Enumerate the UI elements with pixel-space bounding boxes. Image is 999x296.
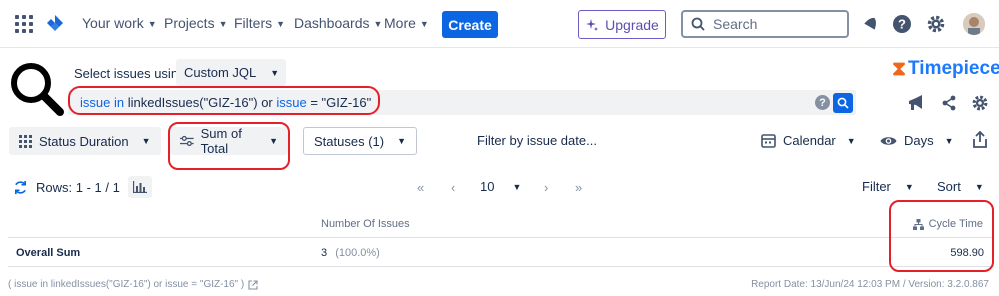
search-placeholder: Search: [713, 16, 758, 32]
chevron-down-icon: ▼: [512, 181, 522, 192]
sort-dropdown[interactable]: Sort ▼: [937, 179, 984, 194]
gear-icon[interactable]: [925, 13, 947, 35]
nav-projects-label: Projects: [164, 15, 215, 31]
rows-count-text: Rows: 1 - 1 / 1: [36, 179, 120, 195]
eye-icon: [880, 136, 897, 145]
status-duration-label: Status Duration: [39, 133, 129, 149]
overall-sum-count[interactable]: 3 (100.0%): [321, 247, 380, 259]
chevron-down-icon: ▼: [218, 19, 228, 29]
magnifier-logo-icon: [11, 63, 64, 116]
hourglass-icon: ⧗: [892, 58, 907, 80]
prev-page-button[interactable]: ‹: [451, 180, 455, 195]
nav-filters-label: Filters: [234, 15, 273, 31]
gear-icon[interactable]: [970, 93, 990, 113]
nav-filters[interactable]: Filters ▼: [234, 15, 285, 31]
table-divider: [8, 237, 994, 238]
bar-chart-icon: [132, 181, 147, 193]
grid-icon: [19, 134, 32, 148]
chevron-down-icon: ▼: [373, 19, 383, 29]
chevron-down-icon: ▼: [904, 181, 914, 192]
cycle-time-highlight-annotation: [889, 200, 994, 272]
first-page-button[interactable]: «: [417, 180, 424, 195]
chevron-down-icon: ▼: [147, 19, 157, 29]
search-input[interactable]: Search: [681, 10, 849, 38]
calendar-icon: [761, 134, 776, 148]
nav-dashboards[interactable]: Dashboards ▼: [294, 15, 382, 31]
sort-label: Sort: [937, 179, 961, 194]
nav-your-work[interactable]: Your work ▼: [82, 15, 157, 31]
next-page-button[interactable]: ›: [544, 180, 548, 195]
last-page-button[interactable]: »: [575, 180, 582, 195]
chart-toggle-button[interactable]: [127, 176, 152, 198]
brand-name: Timepiece: [908, 58, 999, 79]
select-issues-label: Select issues using: [74, 66, 186, 81]
footer-query-text: ( issue in linkedIssues("GIZ-16") or iss…: [8, 279, 245, 290]
search-icon: [691, 17, 705, 31]
jira-logo-icon[interactable]: [44, 13, 66, 35]
footer-query: ( issue in linkedIssues("GIZ-16") or iss…: [8, 279, 258, 290]
overall-sum-label: Overall Sum: [16, 247, 81, 259]
nav-your-work-label: Your work: [82, 15, 144, 31]
jql-help-icon[interactable]: ?: [815, 95, 830, 110]
report-date: Report Date: 13/Jun/24 12:03 PM / Versio…: [751, 279, 989, 290]
help-icon[interactable]: ?: [891, 13, 913, 35]
chevron-down-icon: ▼: [974, 181, 984, 192]
filter-by-date-button[interactable]: Filter by issue date...: [477, 133, 597, 148]
status-duration-select[interactable]: Status Duration ▼: [9, 127, 161, 155]
chevron-down-icon: ▼: [397, 136, 407, 146]
chevron-down-icon: ▼: [846, 135, 856, 146]
share-icon[interactable]: [939, 93, 959, 113]
search-icon: [837, 97, 849, 109]
column-header-number-of-issues[interactable]: Number Of Issues: [321, 218, 410, 230]
filter-dropdown[interactable]: Filter ▼: [862, 179, 914, 194]
jql-mode-value: Custom JQL: [184, 65, 257, 80]
filter-label: Filter: [862, 179, 891, 194]
statuses-select[interactable]: Statuses (1) ▼: [303, 127, 418, 155]
nav-dashboards-label: Dashboards: [294, 15, 370, 31]
upgrade-label: Upgrade: [605, 16, 659, 33]
export-icon[interactable]: [973, 131, 987, 148]
nav-more[interactable]: More ▼: [384, 15, 429, 31]
issue-percent-value: (100.0%): [335, 247, 380, 259]
upgrade-button[interactable]: Upgrade: [578, 10, 666, 39]
days-select[interactable]: Days ▼: [880, 133, 954, 148]
chevron-down-icon: ▼: [141, 136, 151, 146]
chevron-down-icon: ▼: [276, 19, 286, 29]
page-size-select[interactable]: 10 ▼: [480, 179, 521, 194]
megaphone-icon[interactable]: [906, 93, 926, 113]
statuses-label: Statuses (1): [314, 133, 385, 149]
sum-highlight-annotation: [168, 122, 290, 170]
filter-by-date-label: Filter by issue date...: [477, 133, 597, 148]
calendar-label: Calendar: [783, 133, 836, 148]
jql-search-button[interactable]: [833, 93, 853, 113]
jql-highlight-annotation: [68, 86, 380, 115]
chevron-down-icon: ▼: [944, 135, 954, 146]
external-link-icon[interactable]: [248, 279, 258, 290]
chevron-down-icon: ▼: [419, 19, 429, 29]
days-label: Days: [904, 133, 934, 148]
rows-info: Rows: 1 - 1 / 1: [13, 176, 152, 198]
refresh-icon[interactable]: [13, 180, 28, 195]
sparkle-icon: [586, 18, 599, 31]
calendar-select[interactable]: Calendar ▼: [761, 133, 856, 148]
table-divider: [8, 266, 994, 267]
chevron-down-icon: ▼: [270, 67, 280, 78]
create-button[interactable]: Create: [442, 11, 498, 38]
nav-projects[interactable]: Projects ▼: [164, 15, 228, 31]
notifications-icon[interactable]: [860, 13, 882, 35]
nav-more-label: More: [384, 15, 416, 31]
app-switcher-icon[interactable]: [15, 15, 33, 33]
timepiece-logo: ⧗ Timepiece: [892, 58, 999, 80]
svg-text:?: ?: [898, 17, 906, 32]
jql-mode-select[interactable]: Custom JQL ▼: [176, 59, 286, 86]
issue-count-value: 3: [321, 247, 328, 259]
top-navigation: Your work ▼ Projects ▼ Filters ▼ Dashboa…: [0, 0, 999, 48]
avatar[interactable]: [963, 13, 985, 35]
page-size-value: 10: [480, 179, 495, 194]
